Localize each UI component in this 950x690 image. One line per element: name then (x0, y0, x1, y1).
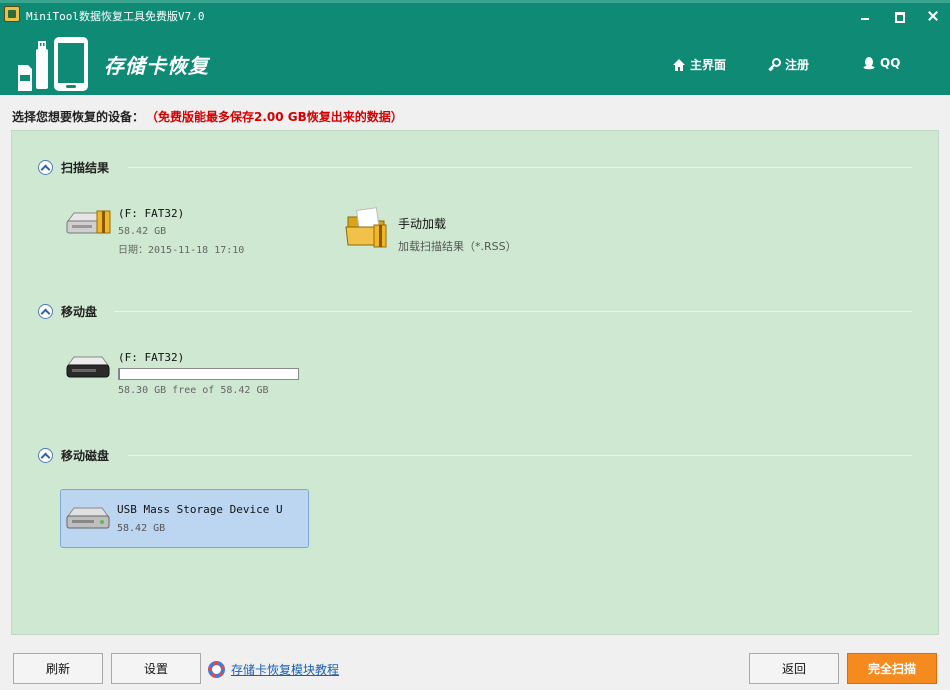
nav-qq[interactable]: QQ (862, 56, 900, 70)
instruction-text: 选择您想要恢复的设备： (12, 110, 145, 124)
app-header: 存储卡恢复 主界面 注册 QQ (0, 32, 950, 95)
manual-load-title: 手动加载 (398, 217, 447, 231)
nav-home[interactable]: 主界面 (672, 56, 726, 73)
folder-icon (345, 207, 387, 248)
home-icon (673, 58, 685, 71)
nav-register[interactable]: 注册 (767, 56, 809, 73)
nav-home-label: 主界面 (690, 58, 727, 72)
qq-penguin-icon (863, 57, 875, 70)
scan-result-drive[interactable]: (F: FAT32) 58.42 GB 日期：2015-11-18 17:10 (64, 207, 244, 256)
section-removable-disk-label: 移动磁盘 (61, 448, 110, 463)
scan-date: 日期：2015-11-18 17:10 (118, 245, 245, 256)
drive-size: 58.42 GB (118, 226, 167, 237)
device-size: 58.42 GB (117, 523, 166, 534)
section-removable-disk[interactable]: 移动磁盘 (38, 446, 109, 464)
settings-button[interactable]: 设置 (111, 653, 201, 684)
usage-fill (119, 369, 120, 379)
collapse-chevron-icon[interactable] (38, 159, 53, 175)
app-name: 存储卡恢复 (104, 54, 209, 78)
section-removable[interactable]: 移动盘 (38, 302, 97, 320)
nav-qq-label: QQ (880, 56, 901, 70)
section-scan-results-label: 扫描结果 (61, 160, 110, 175)
removable-drive[interactable]: (F: FAT32) 58.30 GB free of 58.42 GB (64, 351, 299, 396)
app-icon (4, 6, 20, 22)
hard-disk-icon (66, 507, 110, 529)
manual-load-item[interactable]: 手动加载 加载扫描结果（*.RSS） (344, 207, 517, 254)
removable-drive-icon (66, 356, 110, 378)
close-button[interactable] (925, 8, 941, 24)
instruction-line: 选择您想要恢复的设备： （免费版能最多保存2.00 GB恢复出来的数据） (12, 108, 403, 125)
collapse-chevron-icon[interactable] (38, 447, 53, 463)
title-bar-strip (0, 0, 950, 3)
device-panel: 扫描结果 (F: FAT32) 58.42 GB 日期：2015-11-18 1… (11, 130, 939, 635)
window-title: MiniTool数据恢复工具免费版V7.0 (26, 10, 205, 23)
drive-name: (F: FAT32) (118, 207, 185, 220)
usage-bar (118, 368, 299, 380)
section-divider (114, 311, 912, 312)
hard-drive-icon (66, 210, 111, 234)
title-bar: MiniTool数据恢复工具免费版V7.0 (0, 0, 950, 32)
lifebuoy-icon (208, 661, 225, 678)
tutorial-link[interactable]: 存储卡恢复模块教程 (208, 661, 339, 678)
memory-card-phone-icon (18, 37, 88, 91)
back-button[interactable]: 返回 (749, 653, 839, 684)
tutorial-link-label: 存储卡恢复模块教程 (231, 663, 340, 677)
section-removable-label: 移动盘 (61, 304, 98, 319)
free-version-note: （免费版能最多保存2.00 GB恢复出来的数据） (152, 110, 403, 124)
refresh-button[interactable]: 刷新 (13, 653, 103, 684)
device-name: USB Mass Storage Device U (117, 503, 283, 516)
full-scan-button[interactable]: 完全扫描 (847, 653, 937, 684)
section-divider (128, 167, 912, 168)
free-space: 58.30 GB free of 58.42 GB (118, 385, 269, 396)
drive-name: (F: FAT32) (118, 351, 185, 364)
key-icon (768, 57, 781, 71)
usb-device-card[interactable]: USB Mass Storage Device U 58.42 GB (60, 489, 309, 548)
nav-register-label: 注册 (785, 58, 810, 72)
maximize-button[interactable] (891, 8, 907, 24)
collapse-chevron-icon[interactable] (38, 303, 53, 319)
section-scan-results[interactable]: 扫描结果 (38, 158, 109, 176)
bottom-bar: 刷新 设置 存储卡恢复模块教程 返回 完全扫描 (0, 645, 950, 690)
manual-load-subtitle: 加载扫描结果（*.RSS） (398, 240, 517, 253)
minimize-button[interactable] (857, 8, 873, 24)
section-divider (128, 455, 912, 456)
